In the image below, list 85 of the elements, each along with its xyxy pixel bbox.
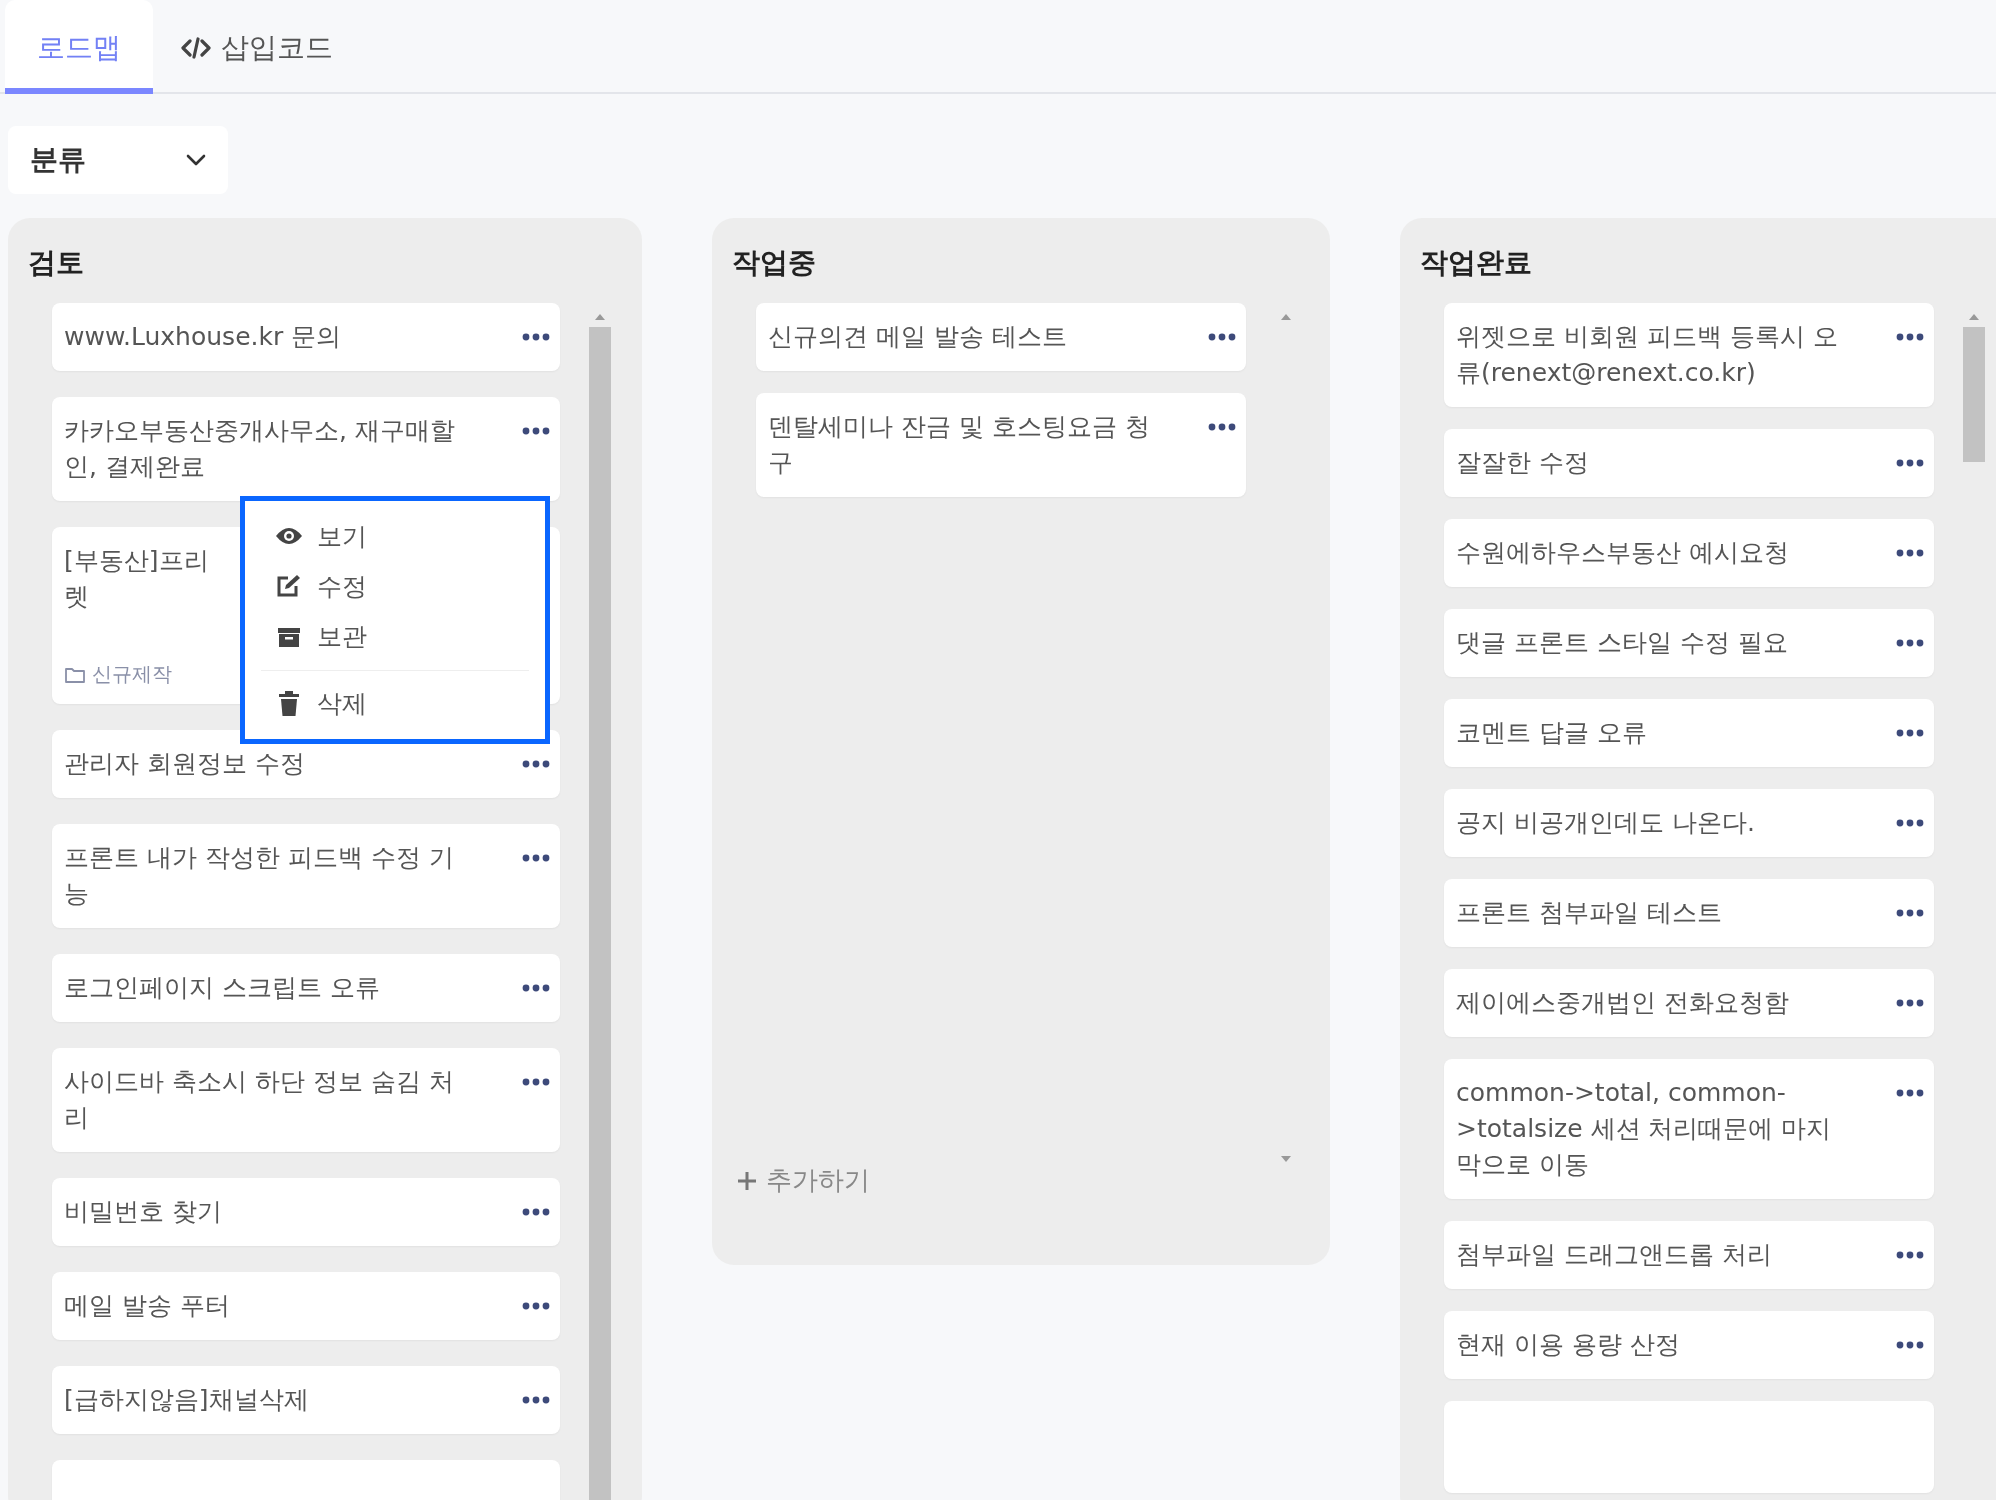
more-icon[interactable] [1896,1251,1924,1259]
card-title: 사이드바 축소시 하단 정보 숨김 처 리 [64,1066,454,1134]
scrollbar-thumb[interactable] [589,327,611,1500]
task-card[interactable]: 공지 비공개인데도 나온다. [1444,789,1934,857]
more-icon[interactable] [522,760,550,768]
column-title: 작업중 [731,245,817,281]
more-icon[interactable] [522,854,550,862]
more-icon[interactable] [1208,333,1236,341]
task-card[interactable]: 제이에스중개법인 전화요청함 [1444,969,1934,1037]
more-icon[interactable] [522,1078,550,1086]
task-card[interactable]: 프론트 첨부파일 테스트 [1444,879,1934,947]
card-tag: 신규제작 [92,661,172,688]
task-card[interactable]: www.Luxhouse.kr 문의 [52,303,560,371]
more-icon[interactable] [522,1208,550,1216]
more-icon[interactable] [522,1302,550,1310]
task-card[interactable]: 로그인페이지 스크립트 오류 [52,954,560,1022]
task-card[interactable]: 코멘트 답글 오류 [1444,699,1934,767]
task-card[interactable]: 위젯으로 비회원 피드백 등록시 오 류(renext@renext.co.kr) [1444,303,1934,407]
task-card[interactable]: 수원에하우스부동산 예시요청 [1444,519,1934,587]
edit-icon [275,574,303,599]
archive-icon [275,625,303,648]
more-icon[interactable] [1896,1089,1924,1097]
more-icon[interactable] [522,1396,550,1404]
task-card[interactable]: 첨부파일 드래그앤드롭 처리 [1444,1221,1934,1289]
card-title: 현재 이용 용량 산정 [1456,1329,1680,1361]
task-card[interactable]: 신규의견 메일 발송 테스트 [756,303,1246,371]
column-title: 검토 [27,245,85,281]
menu-item[interactable]: 삭제 [245,678,545,730]
task-card[interactable]: 카카오부동산중개사무소, 재구매할 인, 결제완료 [52,397,560,501]
card-title: 위젯으로 비회원 피드백 등록시 오 류(renext@renext.co.kr) [1456,321,1838,389]
card-title: 댓글 프론트 스타일 수정 필요 [1456,627,1788,659]
more-icon[interactable] [1896,333,1924,341]
card-title: 첨부파일 드래그앤드롭 처리 [1456,1239,1772,1271]
task-card[interactable]: 덴탈세미나 잔금 및 호스팅요금 청 구 [756,393,1246,497]
plus-icon [736,1169,758,1192]
code-icon [181,36,211,60]
more-icon[interactable] [522,984,550,992]
card-title: 잘잘한 수정 [1456,447,1589,479]
task-card[interactable]: 프론트 내가 작성한 피드백 수정 기 능 [52,824,560,928]
card-title: 비밀번호 찾기 [64,1196,222,1228]
card-title: 메일 발송 푸터 [64,1290,230,1322]
more-icon[interactable] [1896,819,1924,827]
tab[interactable]: 삽입코드 [153,0,361,94]
category-dropdown[interactable]: 분류 [8,126,228,194]
task-card[interactable]: 잘잘한 수정 [1444,429,1934,497]
card-title: [부동산]프리 렛 [64,545,209,613]
card-title: 프론트 내가 작성한 피드백 수정 기 능 [64,842,454,910]
card-title: 카카오부동산중개사무소, 재구매할 인, 결제완료 [64,415,455,483]
card-title: 로그인페이지 스크립트 오류 [64,972,380,1004]
card-title: [급하지않음]채널삭제 [64,1384,309,1416]
more-icon[interactable] [1896,1341,1924,1349]
card-title: www.Luxhouse.kr 문의 [64,321,342,353]
task-card[interactable]: common->total, common- >totalsize 세션 처리때문에 마지 막으로 이동 [1444,1059,1934,1199]
task-card[interactable]: 현재 이용 용량 산정 [1444,1311,1934,1379]
more-icon[interactable] [1896,459,1924,467]
card-title: common->total, common- >totalsize 세션 처리때문에 마지 막으로 이동 [1456,1077,1832,1181]
card-title: 프론트 첨부파일 테스트 [1456,897,1722,929]
more-icon[interactable] [1896,549,1924,557]
task-card[interactable]: 메일 발송 푸터 [52,1272,560,1340]
card-title: 덴탈세미나 잔금 및 호스팅요금 청 구 [768,411,1150,479]
card-title: 수원에하우스부동산 예시요청 [1456,537,1789,569]
more-icon[interactable] [1896,729,1924,737]
task-card[interactable]: [급하지않음]채널삭제 [52,1366,560,1434]
more-icon[interactable] [1208,423,1236,431]
task-card[interactable]: 댓글 프론트 스타일 수정 필요 [1444,609,1934,677]
column-title: 작업완료 [1419,245,1533,281]
eye-icon [275,526,303,547]
card-title: 제이에스중개법인 전화요청함 [1456,987,1789,1019]
more-icon[interactable] [1896,639,1924,647]
card-title: 공지 비공개인데도 나온다. [1456,807,1755,839]
chevron-down-icon [186,154,206,166]
more-icon[interactable] [1896,909,1924,917]
menu-item[interactable]: 보기 [245,511,545,562]
card-title: 신규의견 메일 발송 테스트 [768,321,1067,353]
card-title: 코멘트 답글 오류 [1456,717,1647,749]
more-icon[interactable] [522,333,550,341]
task-card[interactable]: 비밀번호 찾기 [52,1178,560,1246]
more-icon[interactable] [1896,999,1924,1007]
folder-icon [64,665,86,684]
scrollbar-thumb[interactable] [1963,327,1985,462]
menu-item[interactable]: 수정 [245,561,545,612]
task-card[interactable]: 사이드바 축소시 하단 정보 숨김 처 리 [52,1048,560,1152]
menu-item[interactable]: 보관 [245,611,545,662]
more-icon[interactable] [522,427,550,435]
card-title: 관리자 회원정보 수정 [64,748,305,780]
